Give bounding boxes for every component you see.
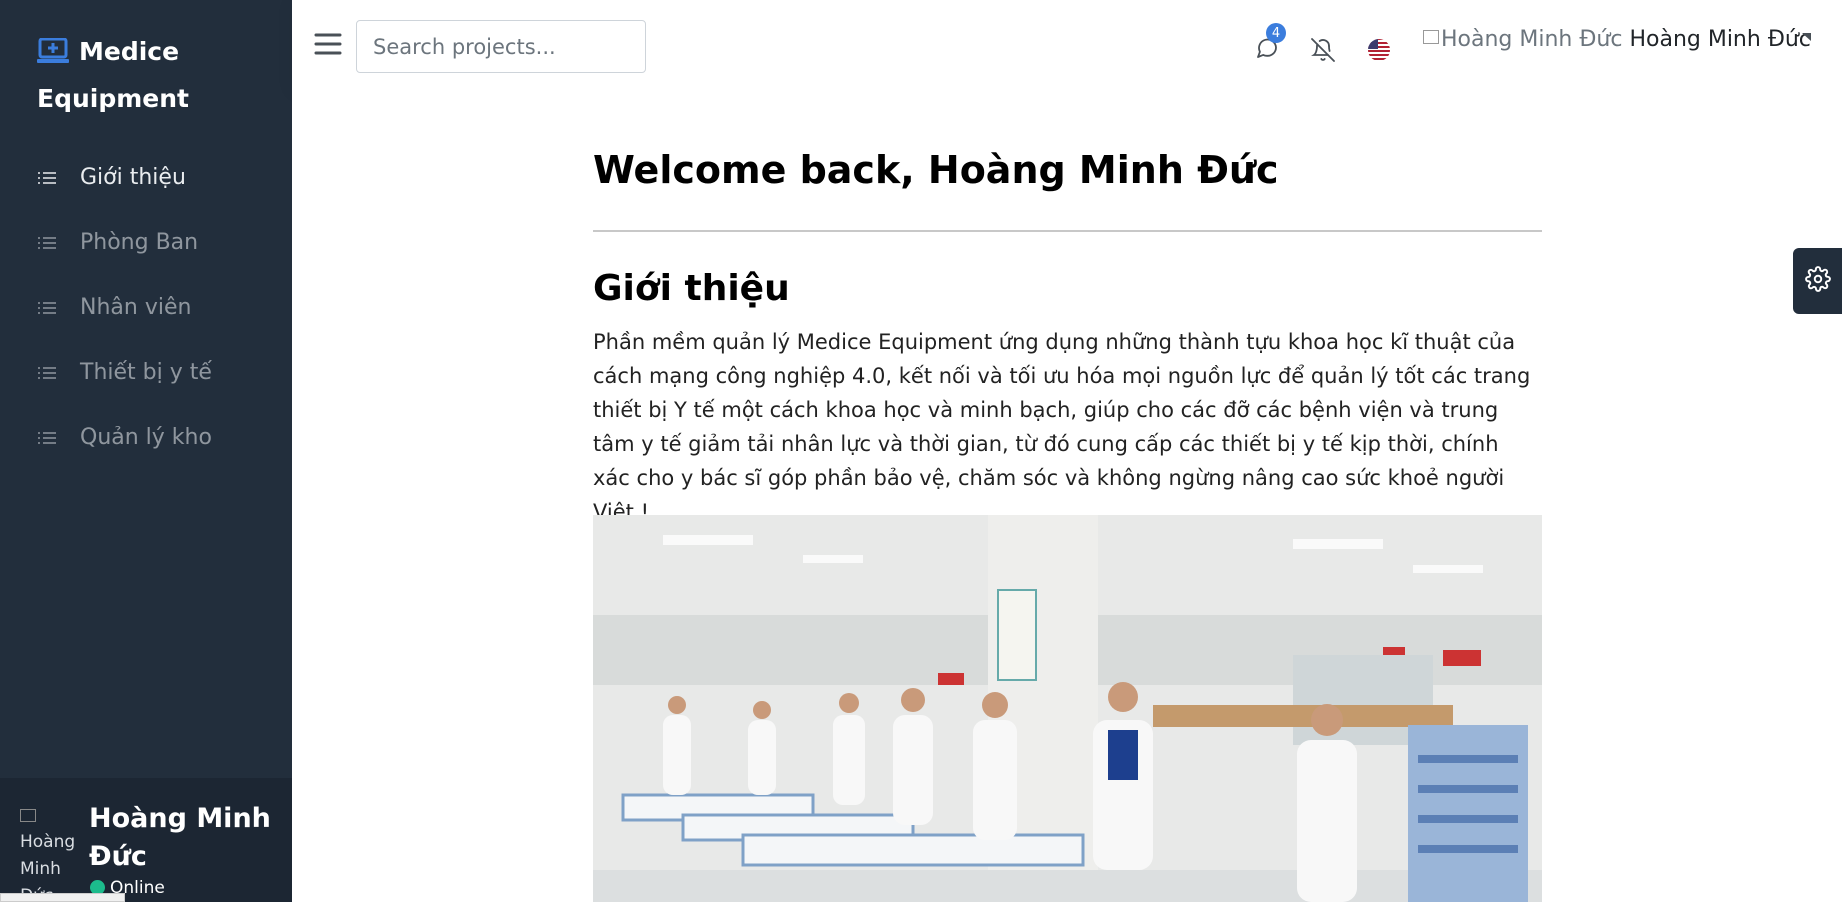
sidebar: Medice Equipment Giới thiệu Phòng Ban Nh… (0, 0, 292, 902)
sidebar-item-gioi-thieu[interactable]: Giới thiệu (0, 145, 292, 210)
hospital-staff-photo (593, 515, 1542, 902)
sidebar-item-label: Thiết bị y tế (80, 360, 212, 385)
sidebar-item-thiet-bi-y-te[interactable]: Thiết bị y tế (0, 340, 292, 405)
sidebar-item-label: Giới thiệu (80, 165, 186, 190)
sidebar-item-nhan-vien[interactable]: Nhân viên (0, 275, 292, 340)
brand-logo[interactable]: Medice Equipment (37, 30, 277, 120)
sidebar-nav: Giới thiệu Phòng Ban Nhân viên Thiết bị … (0, 145, 292, 470)
avatar-alt-text: Hoàng Minh Đức (1441, 27, 1623, 52)
topbar: 4 Hoàng Minh Đức Hoàng Minh Đức (292, 0, 1842, 92)
avatar-alt-text: Hoàng Minh Đức (20, 832, 76, 902)
broken-image-icon (20, 809, 36, 822)
broken-image-icon (1423, 30, 1439, 44)
sidebar-user-name: Hoàng Minh Đức (89, 803, 271, 872)
gear-icon (1804, 266, 1831, 296)
sidebar-user-card: Hoàng Minh Đức Hoàng Minh Đức Online (0, 778, 292, 902)
list-icon (38, 301, 58, 315)
sidebar-item-phong-ban[interactable]: Phòng Ban (0, 210, 292, 275)
page-title: Welcome back, Hoàng Minh Đức (593, 148, 1279, 192)
list-icon (38, 431, 58, 445)
list-icon (38, 171, 58, 185)
avatar: Hoàng Minh Đức (20, 802, 78, 902)
intro-paragraph: Phần mềm quản lý Medice Equipment ứng dụ… (593, 330, 1531, 524)
laptop-medical-icon (37, 34, 69, 77)
list-icon (38, 236, 58, 250)
message-count-badge: 4 (1266, 23, 1286, 43)
list-icon (38, 366, 58, 380)
status-tooltip (0, 893, 125, 902)
divider (593, 230, 1542, 232)
bell-off-icon[interactable] (1311, 38, 1335, 66)
hamburger-menu-icon[interactable] (314, 33, 342, 59)
sidebar-item-label: Quản lý kho (80, 425, 212, 450)
sidebar-item-label: Phòng Ban (80, 230, 199, 255)
search-input[interactable] (356, 20, 646, 73)
sidebar-item-quan-ly-kho[interactable]: Quản lý kho (0, 405, 292, 470)
caret-down-icon[interactable] (1800, 28, 1814, 47)
user-name: Hoàng Minh Đức (1629, 27, 1811, 52)
us-flag-icon[interactable] (1367, 38, 1391, 66)
sidebar-item-label: Nhân viên (80, 295, 192, 320)
settings-toggle-button[interactable] (1793, 248, 1842, 314)
user-dropdown[interactable]: Hoàng Minh Đức Hoàng Minh Đức (1423, 27, 1811, 52)
section-title: Giới thiệu (593, 268, 790, 309)
